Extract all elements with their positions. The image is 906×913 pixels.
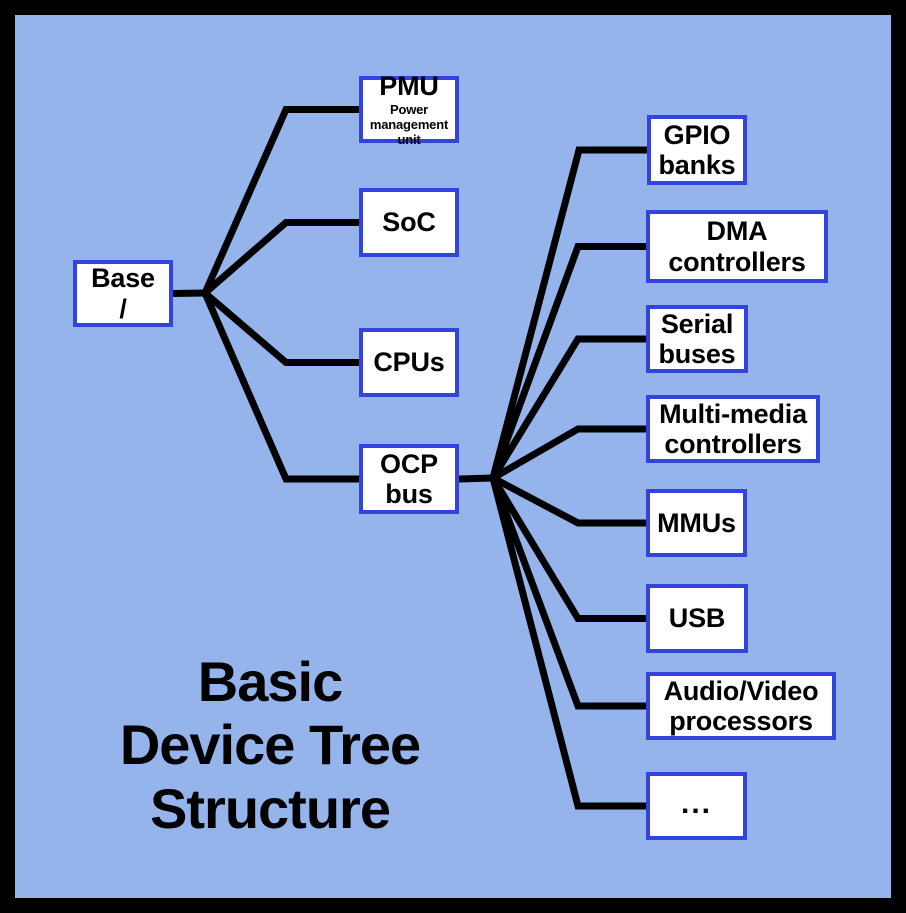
node-pmu[interactable]: PMU Power management unit	[359, 71, 459, 147]
node-sublabel: Power management unit	[369, 102, 449, 148]
node-label: Base	[91, 263, 155, 294]
node-audio-video[interactable]: Audio/Video processors	[646, 672, 836, 740]
node-label: OCP	[380, 448, 438, 479]
edge-root-to-cpus	[202, 290, 359, 366]
edge-bus-to-gpio	[489, 146, 647, 479]
diagram-canvas: Base / PMU Power management unit SoC CPUs OCP b…	[0, 0, 906, 913]
edge-bus-to-usb	[490, 476, 646, 622]
edge-root-to-ocp	[201, 291, 359, 483]
edge-bus-to-node	[489, 477, 646, 810]
node-label: MMUs	[657, 507, 736, 538]
node-label: DMA	[706, 216, 768, 247]
node-sublabel: controllers	[668, 246, 806, 277]
edge-root-to-soc	[202, 219, 359, 296]
diagram-background: Base / PMU Power management unit SoC CPUs OCP b…	[15, 15, 891, 898]
node-label: Serial	[660, 308, 734, 339]
node-base[interactable]: Base /	[73, 260, 173, 327]
diagram-title: Basic Device Tree Structure	[35, 650, 505, 840]
node-label: ...	[680, 787, 712, 821]
node-sublabel: buses	[658, 339, 736, 369]
node-label: PMU	[379, 70, 439, 101]
edge-ocp-stub	[458, 474, 494, 483]
node-mmus[interactable]: MMUs	[646, 489, 747, 557]
node-node[interactable]: ...	[646, 772, 747, 840]
title-line-3: Structure	[150, 776, 391, 840]
node-soc[interactable]: SoC	[359, 188, 459, 257]
node-sublabel: bus	[385, 479, 433, 509]
node-multi-media[interactable]: Multi-media controllers	[646, 395, 820, 463]
node-sublabel: banks	[658, 150, 736, 180]
edge-root-to-pmu	[201, 106, 359, 295]
node-label: Multi-media	[659, 398, 807, 429]
node-cpus[interactable]: CPUs	[359, 328, 459, 397]
edge-bus-to-audio-video	[489, 476, 646, 710]
node-label: SoC	[382, 207, 436, 238]
node-dma[interactable]: DMA controllers	[646, 210, 828, 283]
node-sublabel: /	[119, 293, 127, 324]
edge-root-stub	[172, 289, 206, 297]
edge-bus-to-serial	[490, 335, 646, 480]
node-label: CPUs	[373, 347, 445, 378]
node-label: GPIO	[663, 119, 731, 150]
node-label: USB	[668, 603, 726, 634]
edge-bus-to-multi-media	[491, 425, 646, 482]
edge-bus-to-mmus	[491, 474, 646, 527]
node-sublabel: controllers	[664, 429, 802, 459]
title-line-1: Basic	[197, 650, 343, 713]
node-gpio[interactable]: GPIO banks	[647, 115, 747, 185]
edge-bus-to-dma	[489, 243, 646, 480]
node-label: Audio/Video	[663, 675, 819, 706]
node-serial[interactable]: Serial buses	[646, 305, 748, 373]
title-line-2: Device Tree	[119, 713, 421, 777]
node-usb[interactable]: USB	[646, 584, 748, 653]
node-sublabel: processors	[669, 706, 813, 736]
node-ocp[interactable]: OCP bus	[359, 444, 459, 514]
